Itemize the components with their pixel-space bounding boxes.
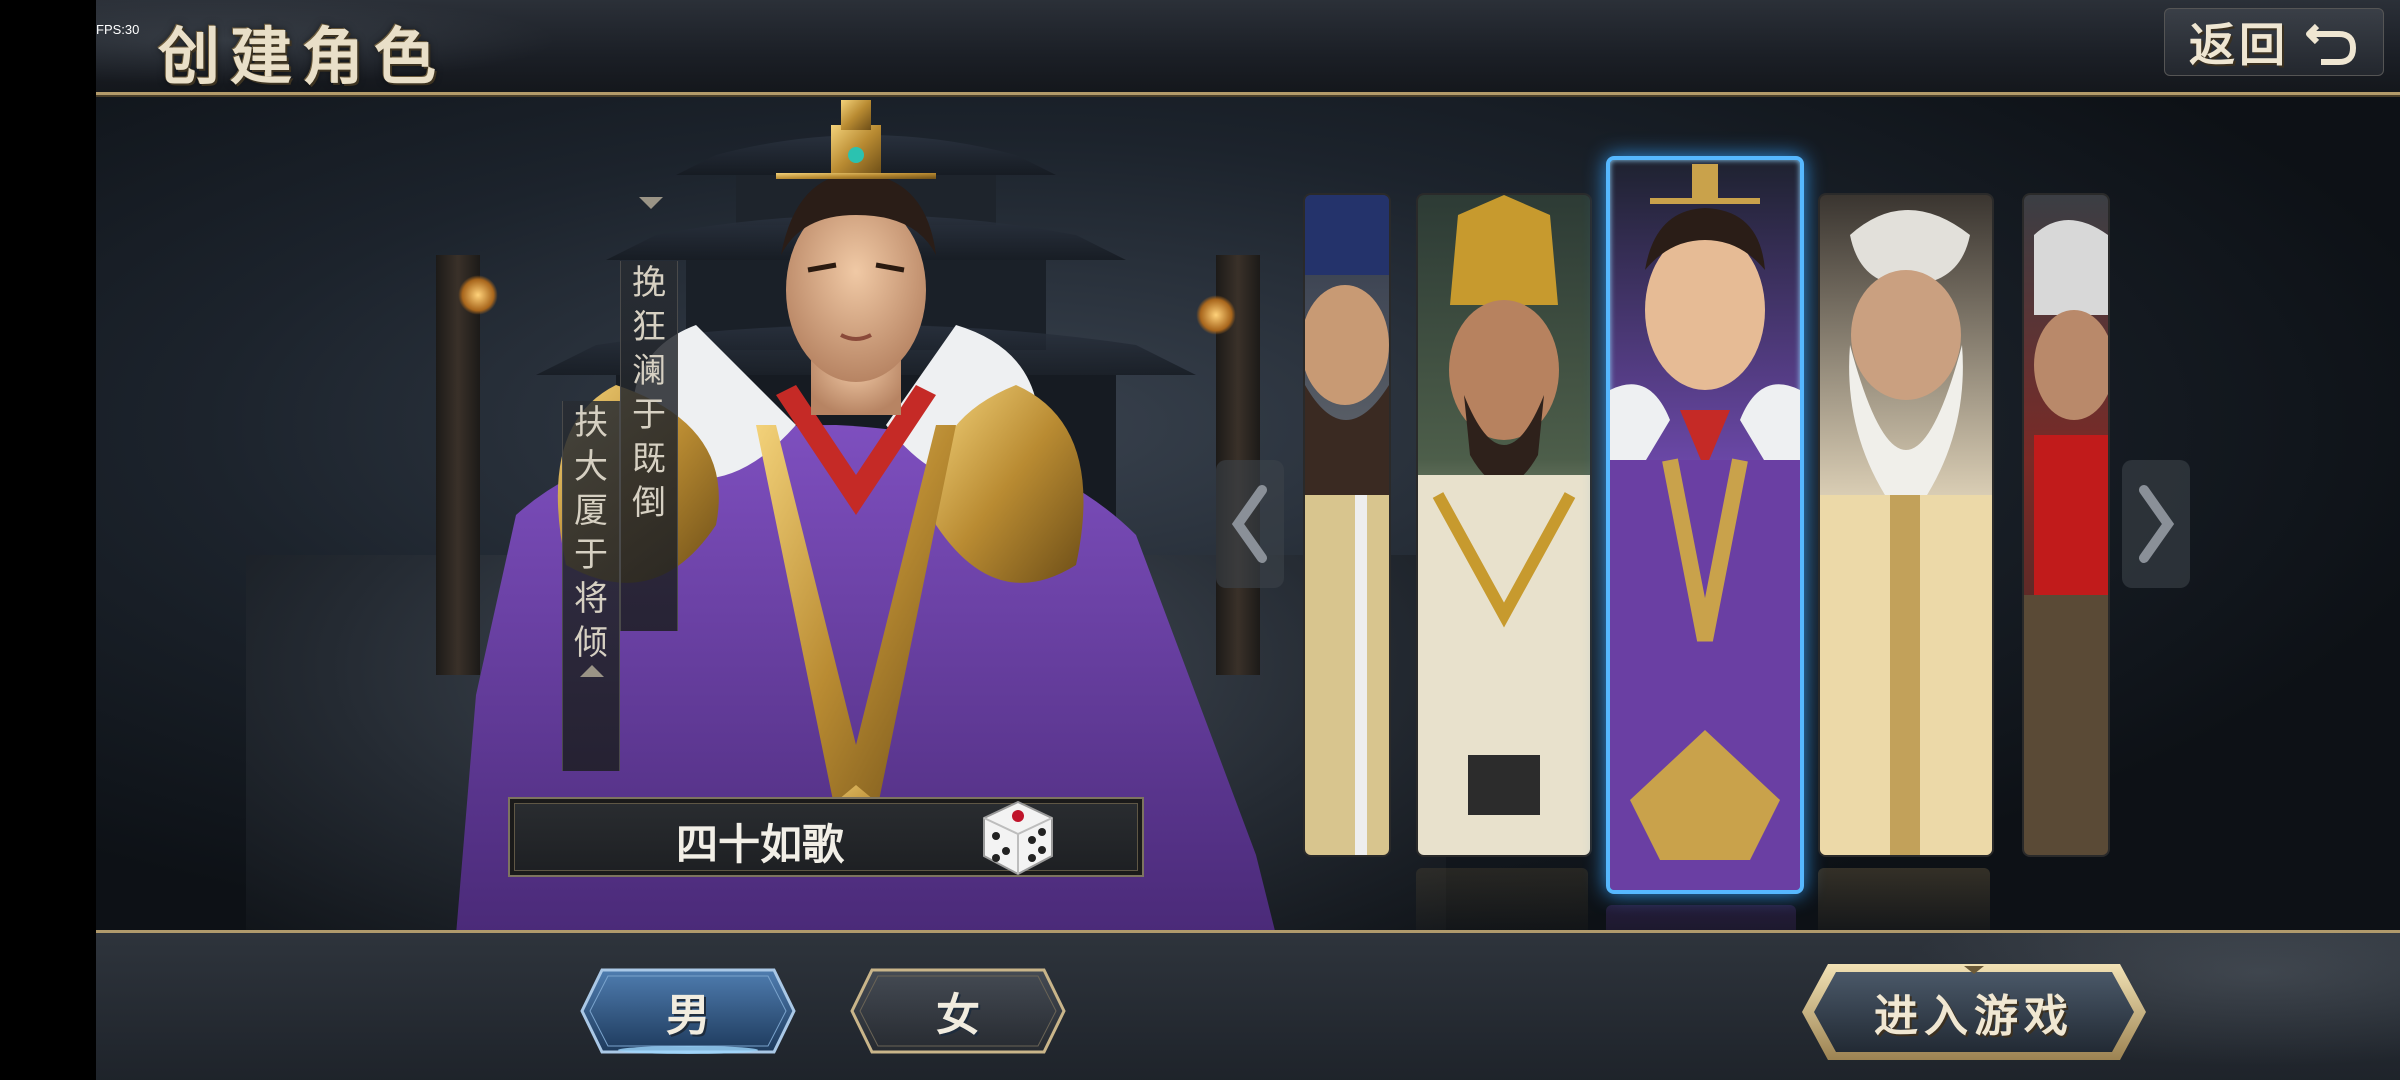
return-arrow-icon: [2303, 18, 2359, 66]
chevron-right-icon: [2139, 485, 2175, 563]
couplet-char: 厦: [574, 491, 608, 531]
card-portrait: [1820, 210, 1992, 855]
page-title: 创建角色: [158, 20, 447, 93]
character-card[interactable]: [1303, 193, 1391, 857]
character-card[interactable]: [2022, 193, 2110, 857]
couplet-char: 挽: [632, 263, 666, 303]
gender-female-button[interactable]: 女: [848, 966, 1068, 1056]
back-button[interactable]: 返回: [2164, 8, 2384, 76]
couplet-char: 于: [632, 395, 666, 435]
card-portrait: [1610, 164, 1800, 890]
couplet-char: 将: [574, 579, 608, 619]
couplet-left: 扶 大 厦 于 将 倾: [562, 401, 620, 771]
couplet-char: 狂: [632, 307, 666, 347]
character-name: 四十如歌: [675, 820, 844, 869]
couplet-char: 澜: [632, 351, 666, 391]
couplet-char: 扶: [574, 403, 608, 443]
couplet-right: 挽 狂 澜 于 既 倒: [620, 261, 678, 631]
male-label: 男: [666, 990, 710, 1041]
character-card[interactable]: [1818, 193, 1994, 857]
dice-icon: [983, 800, 1053, 876]
back-label: 返回: [2189, 18, 2289, 72]
couplet-char: 倾: [574, 623, 608, 663]
carousel-prev-button[interactable]: [1216, 460, 1284, 588]
fps-counter: FPS:30: [96, 22, 140, 37]
couplet-char: 于: [574, 535, 608, 575]
couplet-char: 大: [574, 447, 608, 487]
chevron-left-icon: [1231, 485, 1267, 563]
card-portrait: [2024, 220, 2108, 855]
card-portrait: [1418, 195, 1590, 855]
character-card[interactable]: [1416, 193, 1592, 857]
couplet-char: 既: [632, 439, 666, 479]
game-screen: 扶 大 厦 于 将 倾 挽 狂 澜 于 既 倒 四十如歌 创建角色 返回 FPS…: [96, 0, 2400, 1080]
couplet-char: 倒: [632, 483, 666, 523]
character-card-selected[interactable]: [1606, 156, 1804, 894]
header-bar: 创建角色 返回: [96, 0, 2400, 95]
enter-game-button[interactable]: 进入游戏: [1798, 960, 2150, 1064]
randomize-name-button[interactable]: [976, 796, 1060, 884]
gender-male-button[interactable]: 男: [578, 966, 798, 1056]
enter-game-label: 进入游戏: [1874, 991, 2074, 1042]
couplet-marker-up: [580, 665, 604, 677]
female-label: 女: [936, 990, 980, 1041]
card-portrait: [1305, 195, 1389, 855]
couplet-marker-down: [639, 197, 663, 209]
carousel-next-button[interactable]: [2122, 460, 2190, 588]
